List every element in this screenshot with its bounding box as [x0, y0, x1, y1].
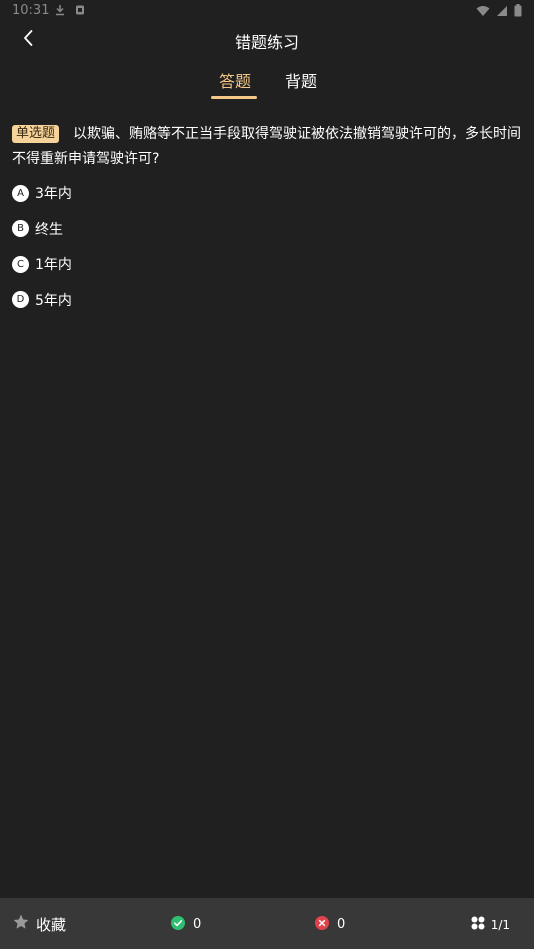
cross-circle-icon — [315, 915, 329, 934]
option-letter-badge: B — [12, 220, 29, 237]
option-letter-badge: C — [12, 255, 29, 273]
page-title: 错题练习 — [234, 33, 299, 52]
progress-text: 1/1 — [490, 917, 510, 932]
tab-answer[interactable]: 答题 — [219, 68, 251, 92]
question-type-badge: 单选题 — [12, 125, 60, 143]
question-progress-button[interactable]: 1/1 — [471, 915, 510, 934]
wrong-count-stat: 0 — [315, 915, 345, 934]
notification-app-icon — [74, 4, 86, 16]
option-b[interactable]: B 终生 — [12, 218, 522, 240]
star-icon — [12, 913, 30, 935]
favorite-button[interactable]: 收藏 — [12, 913, 66, 935]
active-tab-indicator — [211, 96, 257, 99]
question-text: 以欺骗、贿赂等不正当手段取得驾驶证被依法撤销驾驶许可的，多长时间不得重新申请驾驶… — [12, 126, 522, 167]
option-d[interactable]: D 5年内 — [12, 289, 522, 311]
bottom-bar: 收藏 0 0 1/1 — [0, 898, 534, 949]
wifi-icon — [476, 5, 490, 17]
option-text: 终生 — [35, 221, 63, 238]
option-text: 3年内 — [35, 186, 72, 202]
option-text: 5年内 — [35, 292, 72, 309]
favorite-label: 收藏 — [36, 915, 67, 934]
status-left-icons — [54, 4, 86, 16]
status-time: 10:31 — [12, 3, 50, 18]
option-a[interactable]: A 3年内 — [12, 182, 522, 204]
header: 错题练习 — [0, 22, 534, 58]
tab-memorize[interactable]: 背题 — [285, 68, 317, 92]
status-right-icons — [476, 4, 522, 17]
option-text: 1年内 — [35, 257, 72, 273]
question: 单选题 以欺骗、贿赂等不正当手段取得驾驶证被依法撤销驾驶许可的，多长时间不得重新申… — [12, 122, 522, 172]
download-icon — [54, 4, 66, 16]
battery-icon — [514, 4, 522, 17]
app-screen: 10:31 错题练习 答题 背题 单选题 以欺骗、贿赂等不正当手段取得驾驶证被依… — [0, 0, 534, 949]
signal-icon — [496, 5, 508, 17]
wrong-count: 0 — [337, 917, 346, 932]
correct-count: 0 — [193, 917, 202, 932]
status-bar: 10:31 — [0, 0, 534, 22]
option-letter-badge: A — [12, 184, 29, 202]
grid-icon — [471, 915, 485, 934]
options-list: A 3年内 B 终生 C 1年内 D 5年内 — [12, 182, 522, 324]
tab-bar: 答题 背题 — [0, 66, 534, 102]
check-circle-icon — [171, 915, 185, 934]
option-letter-badge: D — [12, 291, 29, 308]
option-c[interactable]: C 1年内 — [12, 253, 522, 275]
correct-count-stat: 0 — [171, 915, 201, 934]
